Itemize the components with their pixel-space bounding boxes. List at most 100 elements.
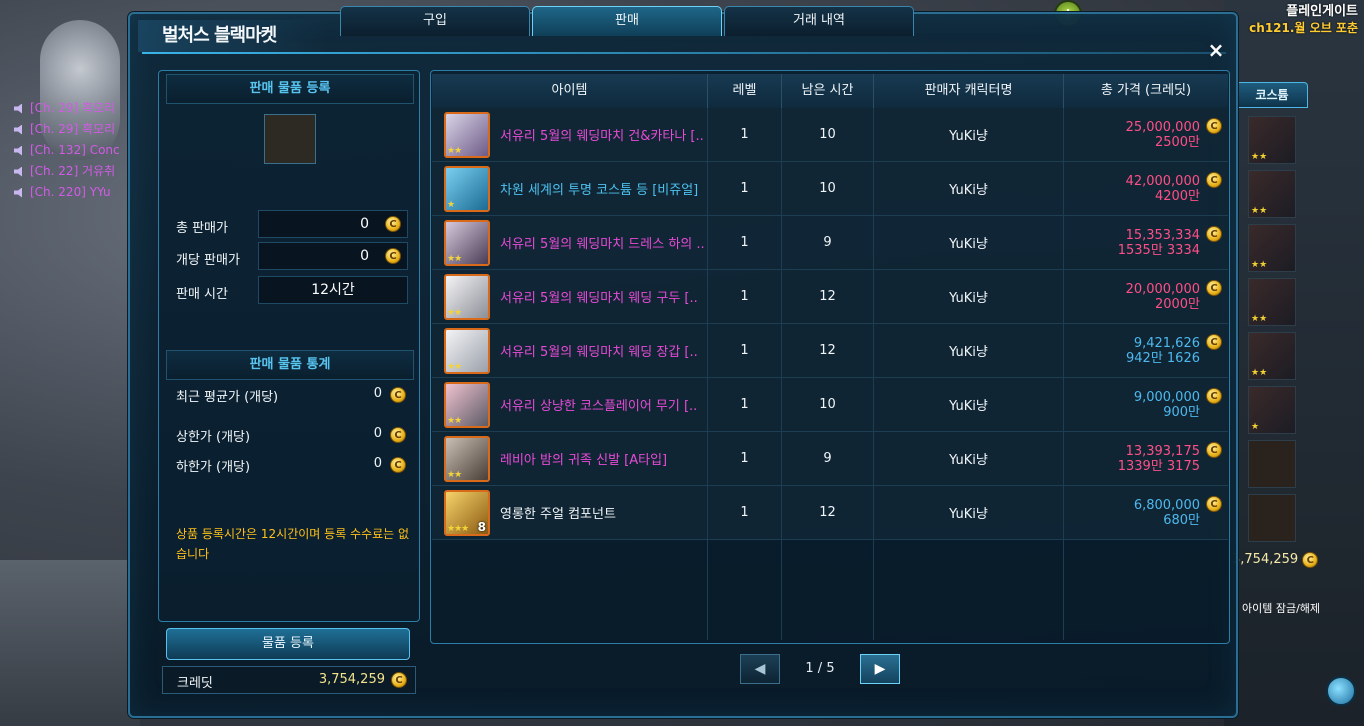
price-value: 25,000,000 [1125,119,1200,135]
column-seller[interactable]: 판매자 캐릭터명 [874,74,1064,108]
table-row[interactable]: ★★ 서유리 5월의 웨딩마치 웨딩 구두 [.. 1 12 YuKi냥 20,000,0… [432,270,1228,324]
credit-balance: 크레딧 3,754,259 C [162,666,416,694]
item-thumbnail[interactable]: ★★ [444,219,490,266]
price-cell: 9,000,000 900만 C [1064,378,1228,431]
item-thumbnail[interactable]: ★★ [444,381,490,428]
item-cell: ★★ 서유리 5월의 웨딩마치 건&카타나 [.. [432,108,708,161]
max-price-row: 상한가 (개당) 0 C [176,426,408,446]
price-short: 4200만 [1154,188,1200,204]
tab-costume[interactable]: 코스튬 [1236,82,1308,108]
table-row[interactable]: ★★ 레비아 밤의 귀족 신발 [A타입] 1 9 YuKi냥 13,393,175 133… [432,432,1228,486]
item-cell: ★ 차원 세계의 투명 코스튬 등 [비쥬얼] [432,162,708,215]
table-row[interactable]: ★★ 서유리 5월의 웨딩마치 웨딩 장갑 [.. 1 12 YuKi냥 9,421,62… [432,324,1228,378]
item-name: 서유리 5월의 웨딩마치 건&카타나 [.. [500,129,704,144]
listing-rows: ★★ 서유리 5월의 웨딩마치 건&카타나 [.. 1 10 YuKi냥 25,000,0… [432,108,1228,540]
unit-price-field[interactable]: 0 C [258,242,408,270]
credit-coin-icon: C [390,457,406,473]
total-price-field[interactable]: 0 C [258,210,408,238]
inventory-slot[interactable]: ★★ [1248,224,1296,272]
price-short: 2000만 [1154,296,1200,312]
column-divider [782,540,874,640]
total-price-label: 총 판매가 [176,221,228,236]
item-thumbnail[interactable]: ★★ [444,273,490,320]
globe-icon[interactable] [1326,676,1356,706]
sell-item-slot[interactable] [264,114,316,164]
avg-price-row: 최근 평균가 (개당) 0 C [176,386,408,406]
table-row[interactable]: ★ 차원 세계의 투명 코스튬 등 [비쥬얼] 1 10 YuKi냥 42,000,000… [432,162,1228,216]
time-left-cell: 12 [782,270,874,323]
price-cell: 20,000,000 2000만 C [1064,270,1228,323]
item-lock-toggle[interactable]: 아이템 잠금/해제 [1242,600,1320,616]
seller-cell: YuKi냥 [874,162,1064,215]
column-price[interactable]: 총 가격 (크레딧) [1064,74,1228,108]
next-page-button[interactable]: ▶ [860,654,900,684]
inventory-slot[interactable]: ★★ [1248,170,1296,218]
item-name: 서유리 5월의 웨딩마치 드레스 하의 .. [500,237,705,252]
item-cell: ★★★ 8 영롱한 주얼 컴포넌트 [432,486,708,539]
column-divider [708,540,782,640]
item-name: 영롱한 주얼 컴포넌트 [500,507,616,522]
column-level[interactable]: 레벨 [708,74,782,108]
level-cell: 1 [708,270,782,323]
inventory-slot[interactable]: ★★ [1248,278,1296,326]
tab-buy[interactable]: 구입 [340,6,530,36]
price-value: 9,421,626 [1133,335,1200,351]
column-item[interactable]: 아이템 [432,74,708,108]
register-section-header: 판매 물품 등록 [166,74,414,104]
time-left-cell: 12 [782,486,874,539]
stats-section-header: 판매 물품 통계 [166,350,414,380]
item-cell: ★★ 서유리 5월의 웨딩마치 웨딩 구두 [.. [432,270,708,323]
speaker-icon [14,124,22,135]
item-thumbnail[interactable]: ★★ [444,327,490,374]
time-left-cell: 12 [782,324,874,377]
column-divider [432,540,708,640]
credit-coin-icon: C [1206,442,1222,458]
duration-field[interactable]: 12시간 [258,276,408,304]
inventory-slot[interactable]: ★ [1248,386,1296,434]
price-cell: 25,000,000 2500만 C [1064,108,1228,161]
item-thumbnail[interactable]: ★★★ 8 [444,489,490,536]
tab-history[interactable]: 거래 내역 [724,6,914,36]
price-value: 9,000,000 [1133,389,1200,405]
time-left-cell: 9 [782,432,874,485]
item-cell: ★★ 서유리 5월의 웨딩마치 드레스 하의 .. [432,216,708,269]
credit-coin-icon: C [390,387,406,403]
rarity-stars: ★★ [447,415,462,426]
price-value: 20,000,000 [1125,281,1200,297]
prev-page-button[interactable]: ◀ [740,654,780,684]
tab-sell[interactable]: 판매 [532,6,722,36]
price-cell: 42,000,000 4200만 C [1064,162,1228,215]
inventory-slot[interactable] [1248,440,1296,488]
rarity-stars: ★★ [447,469,462,480]
inventory-slot[interactable]: ★★ [1248,332,1296,380]
inventory-slot[interactable] [1248,494,1296,542]
table-row[interactable]: ★★ 서유리 5월의 웨딩마치 건&카타나 [.. 1 10 YuKi냥 25,000,0… [432,108,1228,162]
close-button[interactable]: × [1204,38,1228,62]
register-item-button[interactable]: 물품 등록 [166,628,410,660]
item-thumbnail[interactable]: ★ [444,165,490,212]
price-cell: 6,800,000 680만 C [1064,486,1228,539]
table-row[interactable]: ★★★ 8 영롱한 주얼 컴포넌트 1 12 YuKi냥 6,800,000 680만 C [432,486,1228,540]
credit-coin-icon: C [1206,496,1222,512]
table-row[interactable]: ★★ 서유리 상냥한 코스플레이어 무기 [.. 1 10 YuKi냥 9,000,000… [432,378,1228,432]
item-thumbnail[interactable]: ★★ [444,111,490,158]
inventory-grid: ★★ ★★ ★★ ★★ ★★ ★ [1248,116,1298,548]
price-short: 1535만 3334 [1117,242,1200,258]
table-row[interactable]: ★★ 서유리 5월의 웨딩마치 드레스 하의 .. 1 9 YuKi냥 15,353,33… [432,216,1228,270]
credit-coin-icon: C [1302,551,1319,568]
credit-coin-icon: C [1206,280,1222,296]
time-left-cell: 9 [782,216,874,269]
background-floor [0,560,140,726]
item-name: 차원 세계의 투명 코스튬 등 [비쥬얼] [500,183,699,198]
item-cell: ★★ 서유리 상냥한 코스플레이어 무기 [.. [432,378,708,431]
speaker-icon [14,187,22,198]
item-thumbnail[interactable]: ★★ [444,435,490,482]
item-cell: ★★ 서유리 5월의 웨딩마치 웨딩 장갑 [.. [432,324,708,377]
server-name: 플레인게이트 [1286,4,1358,19]
unit-price-label: 개당 판매가 [176,253,240,268]
credit-coin-icon: C [391,672,407,688]
pagination: ◀ 1 / 5 ▶ [740,654,902,684]
column-time-left[interactable]: 남은 시간 [782,74,874,108]
seller-cell: YuKi냥 [874,378,1064,431]
inventory-slot[interactable]: ★★ [1248,116,1296,164]
